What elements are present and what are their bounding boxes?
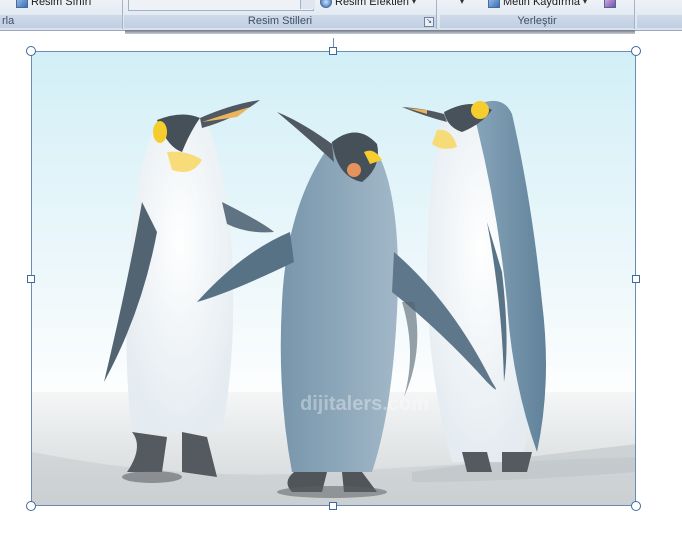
text-wrapping-label: Metin Kaydırma <box>503 0 581 8</box>
picture-effects-label: Resim Efektleri <box>335 0 409 8</box>
picture-border-label: Resim Sınırı <box>31 0 92 8</box>
ribbon-shadow <box>125 30 635 34</box>
resize-handle-right[interactable] <box>632 275 640 283</box>
ribbon-group-arrange: ▾ Metin Kaydırma ▾ Yerleştir <box>440 0 635 29</box>
ribbon-group-size <box>637 0 682 29</box>
rotate-icon <box>604 0 616 8</box>
ribbon-group-picture-styles: Resim Efektleri ▾ Resim Stilleri ↘ <box>124 0 437 29</box>
ribbon-group-label: rla <box>0 15 122 28</box>
penguins-illustration: dijitalers.com <box>32 52 635 505</box>
text-wrapping-icon <box>488 0 500 8</box>
picture-effects-button[interactable]: Resim Efektleri ▾ <box>320 0 416 8</box>
ribbon-group-label <box>637 15 682 28</box>
text-wrapping-button[interactable]: Metin Kaydırma ▾ <box>488 0 587 8</box>
resize-handle-top[interactable] <box>329 47 337 55</box>
rotate-button[interactable] <box>604 0 616 8</box>
position-dropdown[interactable]: ▾ <box>460 0 464 8</box>
resize-handle-bottom-right[interactable] <box>631 501 641 511</box>
ribbon-group-adjust: Resim Sınırı rla <box>0 0 123 29</box>
ribbon-group-label: Resim Stilleri <box>124 15 436 28</box>
resize-handle-bottom[interactable] <box>329 502 337 510</box>
chevron-down-icon: ▾ <box>583 0 588 6</box>
dialog-launcher-icon[interactable]: ↘ <box>424 17 434 27</box>
penguins-picture[interactable]: dijitalers.com <box>31 51 636 506</box>
picture-effects-icon <box>320 0 332 8</box>
resize-handle-top-right[interactable] <box>631 46 641 56</box>
ribbon: Resim Sınırı rla Resim Efektleri ▾ Resim… <box>0 0 682 31</box>
picture-styles-gallery[interactable] <box>128 0 314 11</box>
chevron-down-icon: ▾ <box>460 0 465 6</box>
resize-handle-left[interactable] <box>27 275 35 283</box>
picture-border-button[interactable]: Resim Sınırı <box>16 0 92 8</box>
resize-handle-bottom-left[interactable] <box>26 501 36 511</box>
resize-handle-top-left[interactable] <box>26 46 36 56</box>
gallery-scroll-button[interactable] <box>300 0 315 9</box>
ribbon-group-label: Yerleştir <box>440 15 634 28</box>
chevron-down-icon: ▾ <box>411 0 416 6</box>
picture-border-icon <box>16 0 28 8</box>
